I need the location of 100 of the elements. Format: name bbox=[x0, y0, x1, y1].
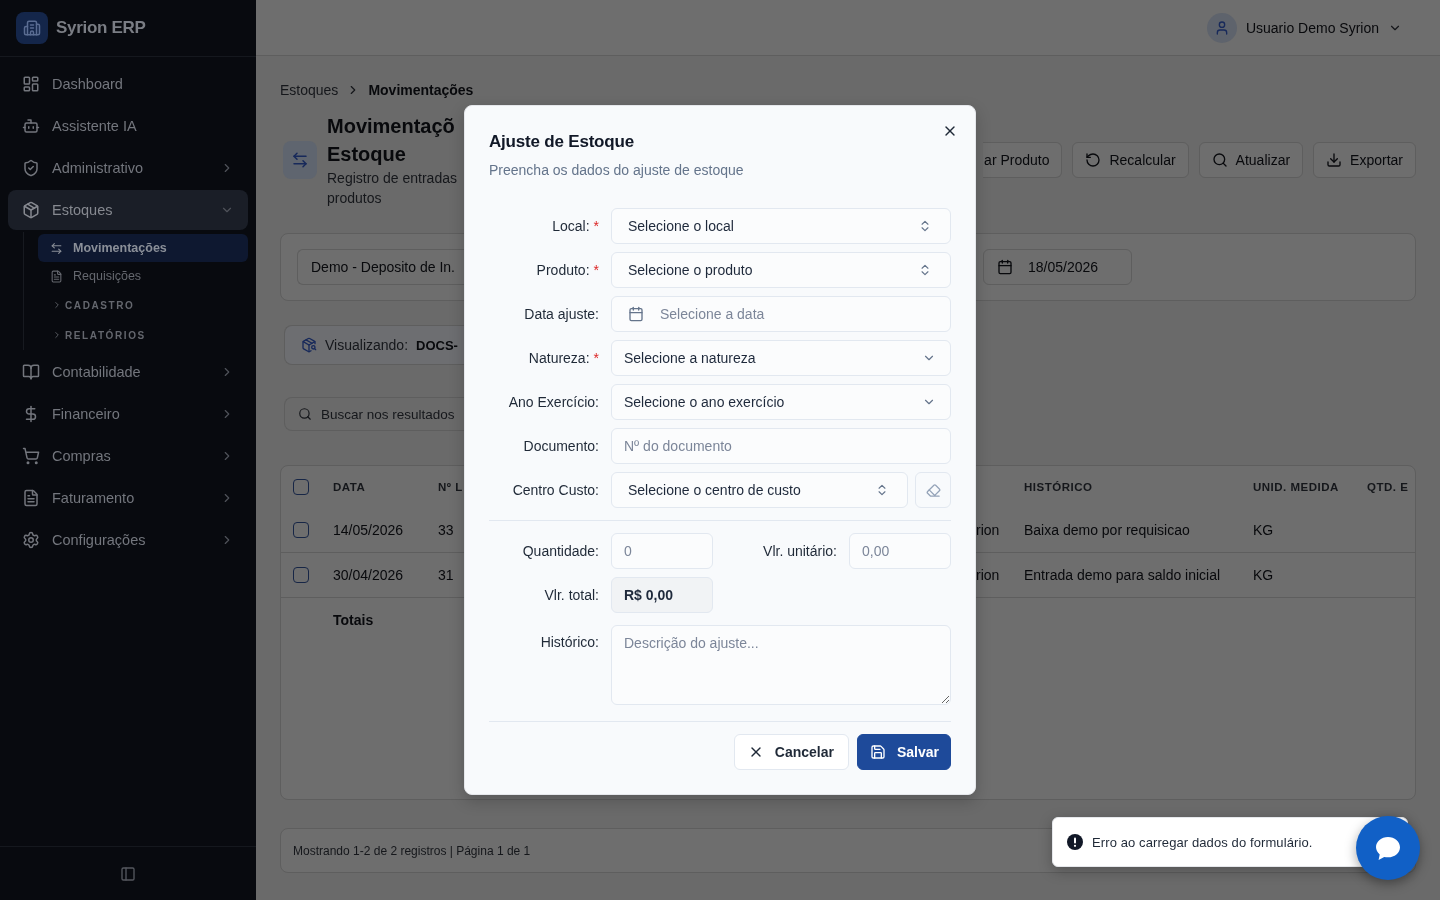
sidebar-item[interactable]: Assistente IA bbox=[8, 106, 248, 146]
table-cell: rion bbox=[976, 522, 1000, 538]
sidebar-subitem[interactable]: Requisições bbox=[38, 262, 248, 290]
combobox-field[interactable]: Selecione o produto bbox=[611, 252, 951, 288]
field-label: Centro Custo: bbox=[512, 482, 599, 498]
dialog-description: Preencha os dados do ajuste de estoque bbox=[489, 161, 745, 180]
sidebar-item[interactable]: Financeiro bbox=[8, 394, 248, 434]
sidebar-subitem[interactable]: Movimentações bbox=[38, 234, 248, 262]
column-header: UNID. MEDIDA bbox=[1253, 481, 1339, 493]
search-icon bbox=[1211, 152, 1228, 168]
combobox-field[interactable]: Selecione o local bbox=[611, 208, 951, 244]
field-label: Histórico: bbox=[540, 633, 599, 650]
cancel-button[interactable]: Cancelar bbox=[733, 734, 849, 770]
toolbar-button[interactable]: Recalcular bbox=[1072, 142, 1189, 178]
sidebar-section[interactable]: RELATÓRIOS bbox=[38, 320, 248, 350]
viewing-value: DOCS- bbox=[416, 337, 458, 353]
collapse-sidebar-button[interactable] bbox=[120, 865, 136, 882]
table-cell: Baixa demo por requisicao bbox=[1024, 522, 1190, 538]
column-header: HISTÓRICO bbox=[1024, 481, 1093, 493]
date-field[interactable]: 18/05/2026 bbox=[983, 249, 1132, 285]
breadcrumb-current: Movimentações bbox=[368, 82, 474, 98]
search-icon bbox=[298, 407, 312, 421]
table-cell: 33 bbox=[438, 522, 454, 538]
panel-icon bbox=[120, 865, 136, 882]
select-field[interactable]: Selecione a natureza bbox=[611, 340, 951, 376]
total-value-field: R$ 0,00 bbox=[611, 577, 713, 613]
clear-button[interactable] bbox=[915, 472, 951, 508]
toast-message: Erro ao carregar dados do formulário. bbox=[1092, 834, 1313, 850]
brand-name: Syrion ERP bbox=[56, 18, 146, 38]
breadcrumb-link[interactable]: Estoques bbox=[280, 82, 339, 98]
field-label: Local: * bbox=[552, 218, 599, 234]
field-label: Quantidade: bbox=[522, 543, 599, 559]
calendar-icon bbox=[628, 306, 644, 322]
text-input[interactable]: Nº do documento bbox=[611, 428, 951, 464]
building-logo-icon bbox=[16, 12, 48, 44]
totals-label: Totais bbox=[333, 611, 374, 628]
table-cell: Entrada demo para saldo inicial bbox=[1024, 567, 1221, 583]
robot-icon bbox=[22, 117, 40, 135]
table-cell: 30/04/2026 bbox=[333, 567, 404, 583]
sidebar-item[interactable]: Estoques bbox=[8, 190, 248, 230]
page-title: Movimentaçõ Estoque bbox=[327, 114, 456, 167]
toolbar-button[interactable]: Exportar bbox=[1313, 142, 1416, 178]
table-cell: KG bbox=[1253, 522, 1274, 538]
unit-value-input[interactable]: 0,00 bbox=[849, 533, 951, 569]
column-header: QTD. E bbox=[1367, 481, 1409, 493]
sidebar-item[interactable]: Faturamento bbox=[8, 478, 248, 518]
user-avatar-icon bbox=[1206, 12, 1237, 43]
location-select[interactable]: Demo - Deposito de In. bbox=[297, 249, 464, 285]
quantity-input[interactable]: 0 bbox=[611, 533, 713, 569]
pagination-text: Mostrando 1-2 de 2 registros | Página 1 de 1 bbox=[293, 843, 531, 858]
open-book-icon bbox=[22, 363, 40, 381]
table-cell: rion bbox=[976, 567, 1000, 583]
eraser-icon bbox=[925, 482, 941, 498]
field-label: Natureza: * bbox=[528, 350, 599, 366]
toolbar-button[interactable]: Atualizar bbox=[1198, 142, 1304, 178]
column-header: DATA bbox=[333, 481, 366, 493]
box-icon bbox=[22, 201, 40, 219]
rotate-icon bbox=[1085, 152, 1102, 168]
row-checkbox[interactable] bbox=[293, 567, 309, 583]
arrows-icon bbox=[50, 241, 63, 255]
field-label: Documento: bbox=[523, 438, 599, 454]
sidebar-item[interactable]: Contabilidade bbox=[8, 352, 248, 392]
toolbar-button[interactable]: ar Produto bbox=[983, 142, 1063, 178]
sidebar-item[interactable]: Administrativo bbox=[8, 148, 248, 188]
field-label: Vlr. unitário: bbox=[763, 543, 837, 559]
field-label: Data ajuste: bbox=[524, 306, 599, 322]
package-search-icon bbox=[301, 337, 317, 353]
viewing-label: Visualizando: bbox=[325, 337, 409, 353]
history-textarea[interactable]: Descrição do ajuste... bbox=[611, 625, 951, 705]
download-icon bbox=[1326, 152, 1343, 168]
select-field[interactable]: Selecione o ano exercício bbox=[611, 384, 951, 420]
cart-icon bbox=[22, 447, 40, 465]
field-label: Ano Exercício: bbox=[508, 394, 599, 410]
field-label: Produto: * bbox=[536, 262, 599, 278]
row-checkbox[interactable] bbox=[293, 522, 309, 538]
date-picker-field[interactable]: Selecione a data bbox=[611, 296, 951, 332]
sidebar-item[interactable]: Compras bbox=[8, 436, 248, 476]
chat-bubble-icon bbox=[1376, 836, 1400, 860]
select-all-checkbox[interactable] bbox=[293, 479, 309, 495]
user-menu-button[interactable]: Usuario Demo Syrion bbox=[1206, 12, 1402, 43]
sidebar-item[interactable]: Configurações bbox=[8, 520, 248, 560]
column-header: Nº L bbox=[438, 481, 463, 493]
combobox-field[interactable]: Selecione o centro de custo bbox=[611, 472, 908, 508]
gear-icon bbox=[22, 531, 40, 549]
page-subtitle: Registro de entradas produtos bbox=[327, 169, 457, 208]
dashboard-icon bbox=[22, 75, 40, 93]
search-field[interactable]: Buscar nos resultados bbox=[284, 397, 464, 431]
document-icon bbox=[22, 489, 40, 507]
save-button[interactable]: Salvar bbox=[856, 734, 951, 770]
table-cell: 14/05/2026 bbox=[333, 522, 404, 538]
calendar-icon bbox=[997, 259, 1013, 275]
sidebar-item[interactable]: Dashboard bbox=[8, 64, 248, 104]
shield-check-icon bbox=[22, 159, 40, 177]
arrows-icon bbox=[283, 141, 317, 179]
sidebar-section[interactable]: CADASTRO bbox=[38, 290, 248, 320]
field-label: Vlr. total: bbox=[544, 587, 599, 603]
dialog-title: Ajuste de Estoque bbox=[489, 131, 635, 153]
table-cell: 31 bbox=[438, 567, 454, 583]
document-icon bbox=[50, 269, 63, 283]
table-cell: KG bbox=[1253, 567, 1274, 583]
